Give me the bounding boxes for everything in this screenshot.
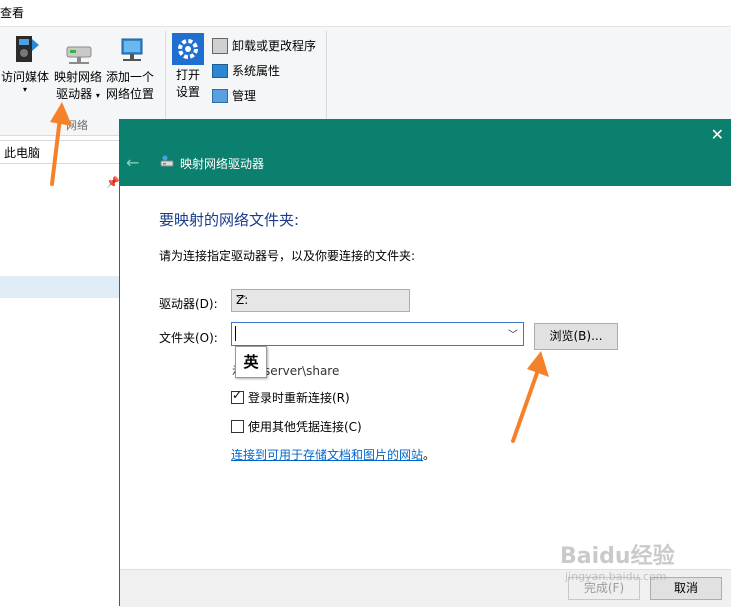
annotation-arrow-browse [511, 351, 549, 443]
open-settings-label-1: 打开 [175, 68, 200, 82]
system-properties-item[interactable]: 系统属性 [212, 62, 280, 79]
example-path: \server\share [260, 364, 340, 378]
map-drive-small-icon [160, 155, 174, 172]
manage-item[interactable]: 管理 [212, 87, 256, 104]
manage-label: 管理 [232, 89, 257, 103]
explorer-title-fragment: 查看 [0, 6, 25, 20]
reconnect-checkbox[interactable]: ✓ 登录时重新连接(R) [231, 388, 350, 406]
annotation-arrow-drive [50, 102, 72, 186]
uninstall-icon [212, 37, 228, 54]
chevron-down-icon[interactable]: ﹀ [508, 326, 518, 341]
close-icon[interactable]: ✕ [711, 125, 724, 144]
manage-icon [212, 88, 228, 103]
dropdown-arrow-icon: ▾ [95, 91, 100, 100]
map-drive-dialog: ✕ ← 映射网络驱动器 要映射的网络文件夹: 请为连接指定驱动器号，以及你要连接… [119, 119, 731, 607]
map-drive-label-1: 映射网络 [53, 70, 102, 84]
settings-gear-icon [172, 33, 204, 65]
ribbon-separator [326, 31, 327, 129]
folder-label: 文件夹(O): [159, 331, 218, 345]
chevron-down-icon: ﹀ [236, 296, 246, 307]
checkbox-box[interactable]: ✓ [231, 388, 244, 404]
dialog-title-text: 映射网络驱动器 [180, 157, 265, 171]
checkbox-box[interactable] [231, 420, 244, 433]
open-settings-button[interactable]: 打开 设置 [170, 33, 206, 101]
dialog-heading: 要映射的网络文件夹: [159, 211, 300, 229]
drive-label: 驱动器(D): [159, 297, 218, 311]
add-location-label-1: 添加一个 [105, 70, 154, 84]
watermark-url: jingyan.baidu.com [565, 570, 667, 583]
add-network-location-button[interactable]: 添加一个 网络位置 [104, 33, 156, 103]
network-location-icon [113, 33, 147, 67]
ribbon-separator [165, 31, 166, 129]
dialog-title: 映射网络驱动器 [160, 155, 264, 172]
explorer-titlebar: 查看 [0, 0, 731, 26]
pin-icon[interactable]: 📌 [106, 176, 120, 189]
media-icon [10, 33, 40, 67]
folder-input[interactable]: ﹀ [231, 322, 524, 346]
add-location-label-2: 网络位置 [105, 87, 154, 101]
open-settings-label-2: 设置 [175, 85, 200, 99]
map-network-drive-button[interactable]: 映射网络 驱动器 ▾ [52, 33, 104, 104]
ime-indicator: 英 [235, 346, 267, 378]
uninstall-program-item[interactable]: 卸载或更改程序 [212, 37, 316, 54]
back-arrow-icon[interactable]: ← [126, 153, 139, 172]
system-properties-label: 系统属性 [232, 64, 281, 78]
other-credentials-checkbox[interactable]: 使用其他凭据连接(C) [231, 418, 362, 435]
access-media-button[interactable]: 访问媒体 ▾ [0, 33, 50, 94]
reconnect-label: 登录时重新连接(R) [248, 391, 350, 405]
access-media-label: 访问媒体 [0, 70, 49, 84]
uninstall-label: 卸载或更改程序 [232, 39, 317, 53]
dialog-description: 请为连接指定驱动器号，以及你要连接的文件夹: [159, 249, 416, 263]
network-drive-icon [61, 33, 95, 67]
website-link[interactable]: 连接到可用于存储文档和图片的网站 [231, 446, 423, 463]
other-credentials-label: 使用其他凭据连接(C) [248, 420, 362, 434]
text-caret [235, 326, 236, 341]
nav-selected-row[interactable] [0, 276, 120, 298]
dialog-header: ✕ ← 映射网络驱动器 [120, 119, 731, 186]
drive-select[interactable]: Z: ﹀ [231, 289, 410, 312]
nav-this-pc-label: 此电脑 [4, 146, 41, 160]
system-properties-icon [212, 63, 228, 78]
link-suffix: 。 [423, 448, 436, 462]
checkbox-check-icon: ✓ [232, 388, 243, 402]
watermark-logo: Baidu经验 [560, 544, 675, 569]
dropdown-arrow-icon: ▾ [22, 85, 27, 94]
